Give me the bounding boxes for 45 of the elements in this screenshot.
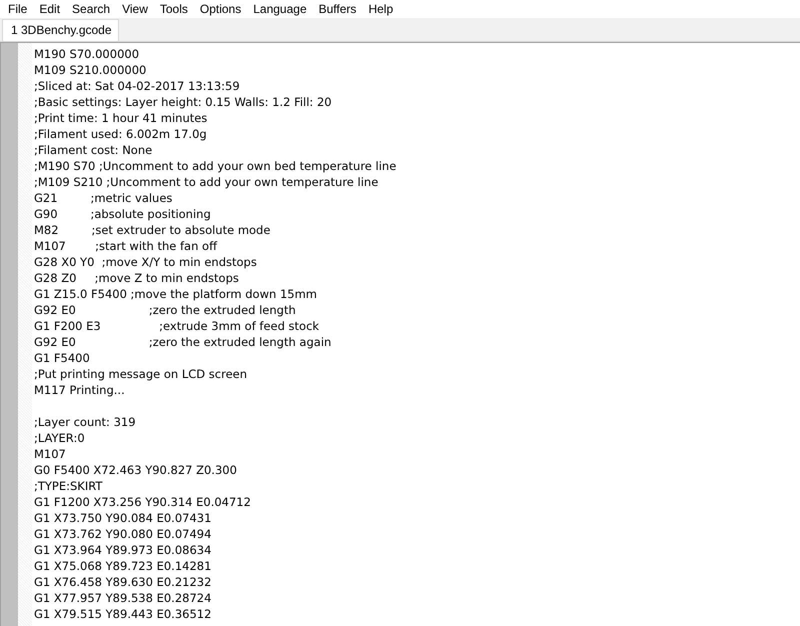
code-line: ;TYPE:SKIRT xyxy=(34,478,104,494)
code-line: G1 X73.964 Y89.973 E0.08634 xyxy=(34,542,212,558)
menu-item[interactable]: Buffers xyxy=(312,0,362,18)
code-line: ;Filament cost: None xyxy=(34,142,154,158)
code-line: G1 X73.750 Y90.084 E0.07431 xyxy=(34,510,212,526)
code-line: ;Basic settings: Layer height: 0.15 Walls: 1.2 Fill: 20 xyxy=(34,94,333,110)
menu-item[interactable]: Tools xyxy=(154,0,194,18)
code-line: ;Print time: 1 hour 41 minutes xyxy=(34,110,208,126)
code-line: G92 E0 ;zero the extruded length again xyxy=(34,334,332,350)
code-line: ;Layer count: 319 xyxy=(34,414,137,430)
menu-item[interactable]: Search xyxy=(66,0,116,18)
code-line: G1 F200 E3 ;extrude 3mm of feed stock xyxy=(34,318,320,334)
code-line: ;Filament used: 6.002m 17.0g xyxy=(34,126,208,142)
code-line: ;LAYER:0 xyxy=(34,430,86,446)
code-line: G1 X79.515 Y89.443 E0.36512 xyxy=(34,606,212,622)
menu-item[interactable]: Language xyxy=(247,0,313,18)
code-line: M117 Printing... xyxy=(34,382,126,398)
code-line: G0 F5400 X72.463 Y90.827 Z0.300 xyxy=(34,462,238,478)
code-line: G1 X75.068 Y89.723 E0.14281 xyxy=(34,558,212,574)
code-line: M107 xyxy=(34,446,67,462)
menu-item[interactable]: Options xyxy=(194,0,248,18)
code-line: G28 Z0 ;move Z to min endstops xyxy=(34,270,240,286)
code-line: ;M190 S70 ;Uncomment to add your own bed temperature line xyxy=(34,158,396,174)
code-line: G1 X76.458 Y89.630 E0.21232 xyxy=(34,574,212,590)
menu-item[interactable]: File xyxy=(2,0,34,18)
code-line: M109 S210.000000 xyxy=(34,62,148,78)
code-line: G92 E0 ;zero the extruded length xyxy=(34,302,297,318)
code-line: G28 X0 Y0 ;move X/Y to min endstops xyxy=(34,254,258,270)
code-line: G1 F5400 xyxy=(34,350,91,366)
menu-item[interactable]: Edit xyxy=(33,0,66,18)
code-line: G1 F1200 X73.256 Y90.314 E0.04712 xyxy=(34,494,252,510)
code-line: M190 S70.000000 xyxy=(34,46,140,62)
code-line: ;M109 S210 ;Uncomment to add your own temperature line xyxy=(34,174,380,190)
code-line: G1 X77.957 Y89.538 E0.28724 xyxy=(34,590,212,606)
code-line: G90 ;absolute positioning xyxy=(34,206,212,222)
code-line: M107 ;start with the fan off xyxy=(34,238,218,254)
code-line: M82 ;set extruder to absolute mode xyxy=(34,222,272,238)
file-tab[interactable]: 1 3DBenchy.gcode xyxy=(2,19,119,41)
code-line: G21 ;metric values xyxy=(34,190,174,206)
menu-item[interactable]: Help xyxy=(362,0,400,18)
code-line: ;Put printing message on LCD screen xyxy=(34,366,248,382)
code-line: ;Sliced at: Sat 04-02-2017 13:13:59 xyxy=(34,78,241,94)
code-line: G1 Z15.0 F5400 ;move the platform down 15mm xyxy=(34,286,318,302)
code-line: G1 X73.762 Y90.080 E0.07494 xyxy=(34,526,212,542)
menu-item[interactable]: View xyxy=(116,0,154,18)
